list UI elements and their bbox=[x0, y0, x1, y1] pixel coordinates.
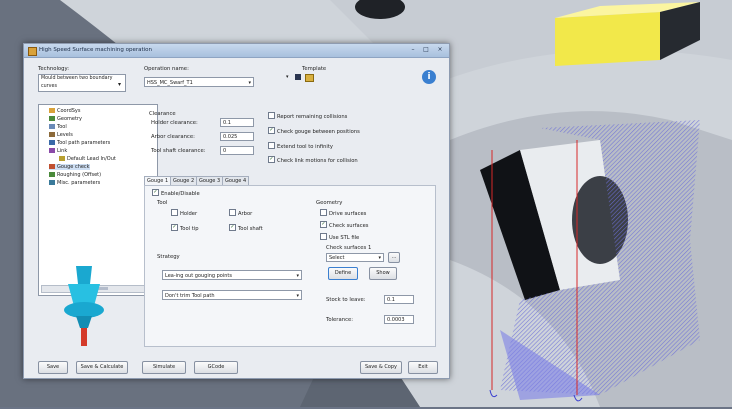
roughing-icon bbox=[49, 172, 55, 177]
toolpath-icon bbox=[49, 140, 55, 145]
chevron-down-icon: ▾ bbox=[248, 80, 251, 86]
technology-select[interactable]: Mould between two boundary curves bbox=[38, 74, 126, 92]
checkbox-box bbox=[268, 142, 275, 149]
chevron-down-icon[interactable]: ▾ bbox=[118, 81, 121, 88]
extend-tool-checkbox[interactable]: Extend tool to infinity bbox=[268, 142, 333, 151]
technology-value: Mould between two boundary curves bbox=[41, 76, 113, 89]
tool-icon bbox=[49, 124, 55, 129]
exit-button[interactable]: Exit bbox=[408, 361, 438, 374]
tool-shaft-clearance-label: Tool shaft clearance: bbox=[151, 148, 206, 154]
operation-name-label: Operation name: bbox=[144, 66, 189, 72]
save-template-icon[interactable] bbox=[295, 74, 301, 80]
info-icon[interactable]: i bbox=[422, 70, 436, 84]
check-surfaces-1-label: Check surfaces 1 bbox=[326, 245, 372, 251]
holder-checkbox[interactable]: Holder bbox=[171, 209, 197, 218]
tool-tip-checkbox[interactable]: ✓ Tool tip bbox=[171, 224, 199, 233]
gouge-icon bbox=[49, 164, 55, 169]
window-title: High Speed Surface machining operation bbox=[39, 47, 152, 53]
clearance-title: Clearance bbox=[149, 111, 176, 117]
geometry-icon bbox=[49, 116, 55, 121]
operation-name-value: HSS_MC_Swarf_T1 bbox=[147, 80, 193, 86]
checkmark-icon: ✓ bbox=[320, 221, 327, 228]
template-label: Template bbox=[302, 66, 327, 72]
arbor-clearance-label: Arbor clearance: bbox=[151, 134, 195, 140]
tree-item-coordsys[interactable]: CoordSys bbox=[49, 108, 81, 114]
app-icon bbox=[28, 47, 37, 56]
drive-surfaces-checkbox[interactable]: Drive surfaces bbox=[320, 209, 366, 218]
window-titlebar[interactable]: High Speed Surface machining operation –… bbox=[24, 44, 449, 58]
geometry-group-title: Geometry bbox=[316, 200, 343, 206]
template-chevron-icon[interactable]: ▾ bbox=[286, 74, 289, 80]
save-calculate-button[interactable]: Save & Calculate bbox=[76, 361, 128, 374]
define-button[interactable]: Define bbox=[328, 267, 358, 280]
check-surfaces-checkbox[interactable]: ✓ Check surfaces bbox=[320, 221, 368, 230]
checkmark-icon: ✓ bbox=[152, 189, 159, 196]
use-stl-checkbox[interactable]: Use STL file bbox=[320, 233, 359, 242]
tree-item-levels[interactable]: Levels bbox=[49, 132, 73, 138]
holder-clearance-label: Holder clearance: bbox=[151, 120, 198, 126]
link-icon bbox=[49, 148, 55, 153]
coordsys-icon bbox=[49, 108, 55, 113]
checkbox-box bbox=[320, 233, 327, 240]
tree-item-misc[interactable]: Misc. parameters bbox=[49, 180, 100, 186]
check-gouge-checkbox[interactable]: ✓ Check gouge between positions bbox=[268, 127, 360, 136]
checkmark-icon: ✓ bbox=[171, 224, 178, 231]
strategy-title: Strategy bbox=[157, 254, 180, 260]
chevron-down-icon: ▾ bbox=[378, 255, 381, 261]
tree-item-gouge-check[interactable]: Gouge check bbox=[49, 164, 90, 170]
checkbox-box bbox=[171, 209, 178, 216]
checkbox-box bbox=[229, 209, 236, 216]
strategy-select[interactable]: Lea-ing out gouging points ▾ bbox=[162, 270, 302, 280]
save-copy-button[interactable]: Save & Copy bbox=[360, 361, 402, 374]
checkbox-box bbox=[320, 209, 327, 216]
tool-shaft-checkbox[interactable]: ✓ Tool shaft bbox=[229, 224, 263, 233]
tolerance-input[interactable]: 0.0003 bbox=[384, 315, 414, 324]
checkmark-icon: ✓ bbox=[229, 224, 236, 231]
arbor-checkbox[interactable]: Arbor bbox=[229, 209, 252, 218]
report-collisions-checkbox[interactable]: Report remaining collisions bbox=[268, 112, 347, 121]
stock-to-leave-input[interactable]: 0.1 bbox=[384, 295, 414, 304]
tool-shaft-clearance-input[interactable]: 0 bbox=[220, 146, 254, 155]
tree-item-tool[interactable]: Tool bbox=[49, 124, 67, 130]
levels-icon bbox=[49, 132, 55, 137]
tool-preview bbox=[64, 266, 104, 346]
check-link-motions-checkbox[interactable]: ✓ Check link motions for collision bbox=[268, 156, 358, 165]
browse-button[interactable]: ... bbox=[388, 252, 400, 263]
lead-icon bbox=[59, 156, 65, 161]
gcode-button[interactable]: GCode bbox=[194, 361, 238, 374]
stock-to-leave-label: Stock to leave: bbox=[326, 297, 366, 303]
hss-operation-dialog: High Speed Surface machining operation –… bbox=[23, 43, 450, 379]
tolerance-label: Tolerance: bbox=[326, 317, 354, 323]
operation-name-select[interactable]: HSS_MC_Swarf_T1 ▾ bbox=[144, 77, 254, 87]
toolpath-trim-select[interactable]: Don't trim Tool path ▾ bbox=[162, 290, 302, 300]
checkmark-icon: ✓ bbox=[268, 127, 275, 134]
tree-item-default-lead[interactable]: Default Lead In/Out bbox=[59, 156, 116, 162]
arbor-clearance-input[interactable]: 0.025 bbox=[220, 132, 254, 141]
checkmark-icon: ✓ bbox=[268, 156, 275, 163]
enable-disable-checkbox[interactable]: ✓ Enable/Disable bbox=[152, 189, 200, 198]
tool-group-title: Tool bbox=[157, 200, 168, 206]
holder-clearance-input[interactable]: 0.1 bbox=[220, 118, 254, 127]
save-button[interactable]: Save bbox=[38, 361, 68, 374]
maximize-button[interactable]: □ bbox=[420, 46, 432, 54]
tree-item-roughing[interactable]: Roughing (Offset) bbox=[49, 172, 101, 178]
technology-label: Technology: bbox=[38, 66, 70, 72]
open-template-icon[interactable] bbox=[305, 74, 314, 82]
minimize-button[interactable]: – bbox=[407, 46, 419, 54]
tree-item-tool-path-parameters[interactable]: Tool path parameters bbox=[49, 140, 110, 146]
show-button[interactable]: Show bbox=[369, 267, 397, 280]
chevron-down-icon: ▾ bbox=[296, 273, 299, 279]
chevron-down-icon: ▾ bbox=[296, 293, 299, 299]
check-surfaces-select[interactable]: Select ▾ bbox=[326, 253, 384, 262]
close-button[interactable]: × bbox=[434, 46, 446, 54]
tree-item-geometry[interactable]: Geometry bbox=[49, 116, 82, 122]
tree-item-link[interactable]: Link bbox=[49, 148, 67, 154]
simulate-button[interactable]: Simulate bbox=[142, 361, 186, 374]
checkbox-box bbox=[268, 112, 275, 119]
misc-icon bbox=[49, 180, 55, 185]
